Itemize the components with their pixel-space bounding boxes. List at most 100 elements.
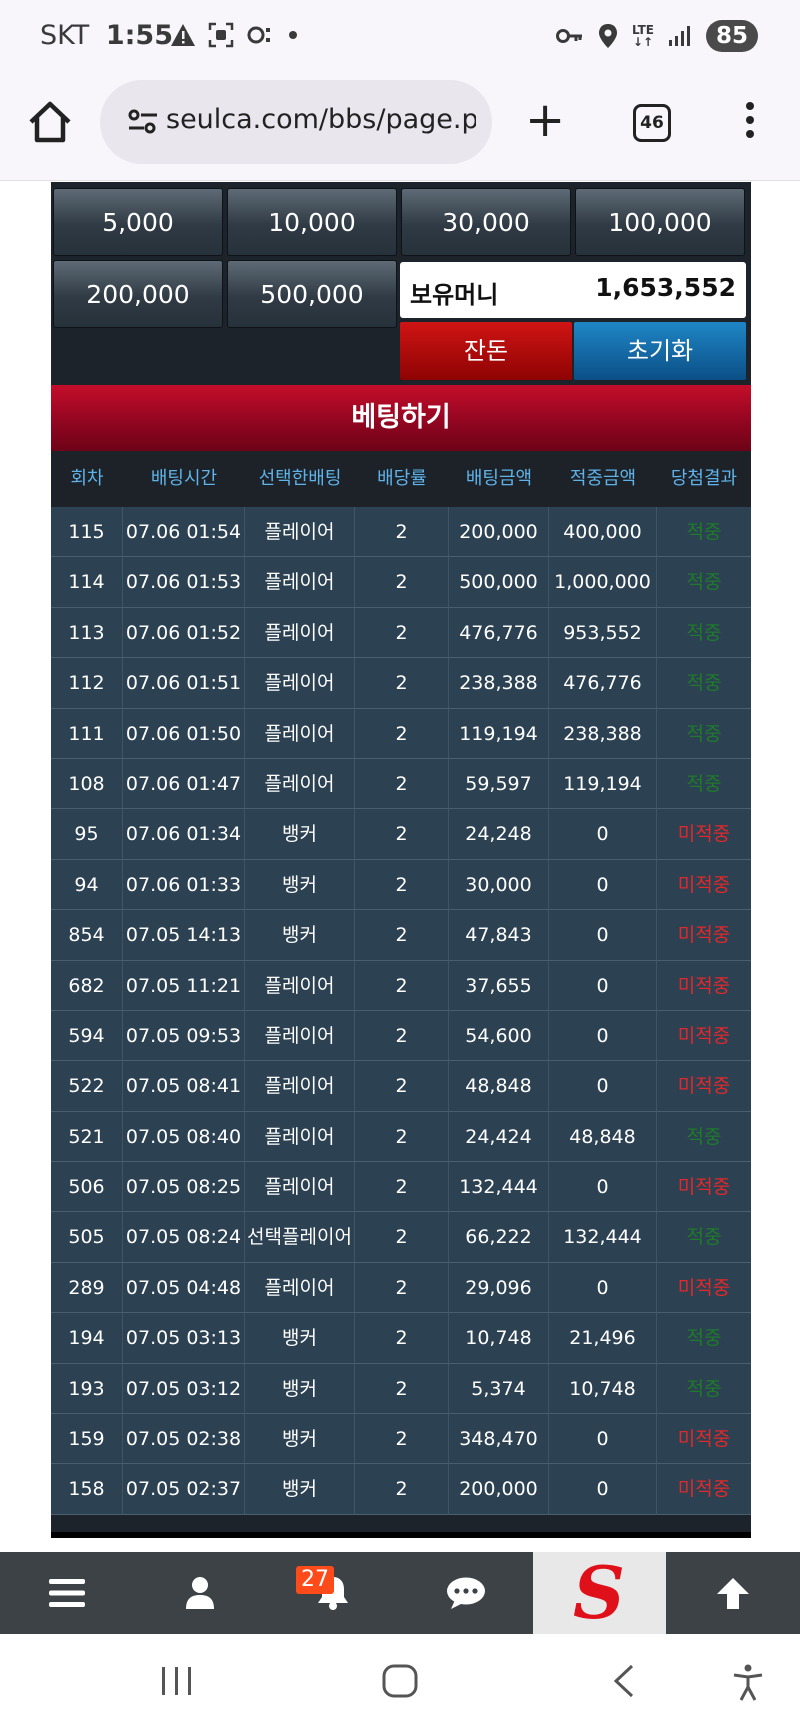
bet-amount-cell: 119,194 xyxy=(449,708,549,758)
bet-amount-cell: 24,248 xyxy=(449,809,549,859)
round-cell: 94 xyxy=(51,859,123,910)
bet-time-cell: 07.06 01:47 xyxy=(123,758,245,809)
table-row: 159 07.05 02:38 뱅커 2 348,470 0 미적중 xyxy=(51,1414,751,1465)
bottom-nav: 27 S xyxy=(0,1552,800,1634)
chip-grid: 5,000 10,000 30,000 100,000 200,000 500,… xyxy=(51,182,751,382)
win-amount-cell: 0 xyxy=(549,1162,657,1212)
recent-apps-icon[interactable] xyxy=(160,1664,194,1698)
clock: 1:55 xyxy=(105,20,174,51)
chip-button[interactable]: 5,000 xyxy=(53,188,223,256)
logo-s-mark: S xyxy=(573,1550,625,1635)
record-icon xyxy=(247,26,270,44)
status-right-icons: LTE ↓↑ 85 xyxy=(555,20,758,52)
site-settings-icon[interactable] xyxy=(128,108,158,136)
selection-cell: 뱅커 xyxy=(245,1464,355,1514)
table-row: 111 07.06 01:50 플레이어 2 119,194 238,388 적중 xyxy=(51,708,751,759)
round-cell: 115 xyxy=(51,507,123,557)
selection-cell: 플레이어 xyxy=(245,758,355,809)
result-cell: 미적중 xyxy=(677,924,731,947)
table-row: 115 07.06 01:54 플레이어 2 200,000 400,000 적중 xyxy=(51,507,751,558)
result-cell: 적중 xyxy=(686,571,722,594)
bet-time-cell: 07.05 02:37 xyxy=(123,1464,245,1514)
round-cell: 95 xyxy=(51,809,123,859)
round-cell: 506 xyxy=(51,1162,123,1212)
round-cell: 113 xyxy=(51,607,123,658)
chip-button[interactable]: 100,000 xyxy=(575,188,745,256)
url-text[interactable]: seulca.com/bbs/page.php xyxy=(166,104,476,135)
win-amount-cell: 21,496 xyxy=(549,1313,657,1363)
table-row: 854 07.05 14:13 뱅커 2 47,843 0 미적중 xyxy=(51,910,751,961)
table-row: 289 07.05 04:48 플레이어 2 29,096 0 미적중 xyxy=(51,1262,751,1314)
round-cell: 854 xyxy=(51,910,123,960)
odds-cell: 2 xyxy=(355,1061,449,1111)
user-icon[interactable] xyxy=(185,1576,215,1610)
result-cell: 미적중 xyxy=(677,1024,731,1047)
selection-cell: 플레이어 xyxy=(245,658,355,708)
address-bar[interactable]: seulca.com/bbs/page.php xyxy=(100,80,492,164)
reset-button[interactable]: 초기화 xyxy=(574,322,746,380)
back-icon[interactable] xyxy=(612,1664,636,1698)
bet-time-cell: 07.06 01:54 xyxy=(123,507,245,557)
bet-time-cell: 07.05 08:25 xyxy=(123,1162,245,1212)
bet-amount-cell: 37,655 xyxy=(449,960,549,1010)
selection-cell: 뱅커 xyxy=(245,859,355,910)
site-logo[interactable]: S xyxy=(533,1552,666,1634)
round-cell: 193 xyxy=(51,1363,123,1414)
balance-label: 보유머니 xyxy=(410,281,499,309)
home-icon[interactable] xyxy=(26,98,74,146)
new-tab-button[interactable]: + xyxy=(525,96,565,144)
carrier-time: SKT 1:55 xyxy=(40,20,173,51)
nav-chat[interactable] xyxy=(399,1552,532,1634)
odds-cell: 2 xyxy=(355,809,449,859)
tab-switcher-button[interactable]: 46 xyxy=(633,104,671,142)
table-row: 506 07.05 08:25 플레이어 2 132,444 0 미적중 xyxy=(51,1162,751,1213)
table-row: 94 07.06 01:33 뱅커 2 30,000 0 미적중 xyxy=(51,859,751,911)
bet-time-cell: 07.06 01:53 xyxy=(123,557,245,607)
bet-time-cell: 07.06 01:52 xyxy=(123,607,245,658)
win-amount-cell: 0 xyxy=(549,809,657,859)
selection-cell: 뱅커 xyxy=(245,1363,355,1414)
result-cell: 미적중 xyxy=(677,873,731,896)
selection-cell: 플레이어 xyxy=(245,507,355,557)
result-cell: 미적중 xyxy=(677,823,731,846)
column-header: 배팅시간 xyxy=(150,468,218,489)
result-cell: 미적중 xyxy=(677,1428,731,1451)
signal-icon xyxy=(668,26,690,46)
nav-scroll-top[interactable] xyxy=(666,1552,799,1634)
column-header: 선택한배팅 xyxy=(258,468,342,489)
key-icon xyxy=(555,29,582,43)
selection-cell: 플레이어 xyxy=(245,607,355,658)
nav-menu[interactable] xyxy=(0,1552,133,1634)
table-row: 594 07.05 09:53 플레이어 2 54,600 0 미적중 xyxy=(51,1010,751,1062)
home-nav-icon[interactable] xyxy=(382,1664,418,1698)
selection-cell: 플레이어 xyxy=(245,1111,355,1162)
chip-button[interactable]: 200,000 xyxy=(53,260,223,328)
selection-cell: 플레이어 xyxy=(245,960,355,1010)
odds-cell: 2 xyxy=(355,1464,449,1514)
change-button[interactable]: 잔돈 xyxy=(400,322,572,380)
chip-button[interactable]: 10,000 xyxy=(227,188,397,256)
nav-profile[interactable] xyxy=(133,1552,266,1634)
win-amount-cell: 400,000 xyxy=(549,507,657,557)
more-menu-icon[interactable] xyxy=(740,102,760,142)
bet-time-cell: 07.05 08:41 xyxy=(123,1061,245,1111)
arrow-up-icon[interactable] xyxy=(715,1576,751,1610)
table-row: 108 07.06 01:47 플레이어 2 59,597 119,194 적중 xyxy=(51,758,751,810)
table-footer-divider xyxy=(51,1532,751,1538)
bet-button[interactable]: 베팅하기 xyxy=(51,385,751,451)
chip-button[interactable]: 30,000 xyxy=(401,188,571,256)
accessibility-icon[interactable] xyxy=(732,1664,764,1702)
odds-cell: 2 xyxy=(355,910,449,960)
win-amount-cell: 0 xyxy=(549,1464,657,1514)
bet-amount-cell: 66,222 xyxy=(449,1212,549,1262)
chip-button[interactable]: 500,000 xyxy=(227,260,397,328)
chat-icon[interactable] xyxy=(446,1576,486,1610)
menu-icon[interactable] xyxy=(48,1578,85,1608)
odds-cell: 2 xyxy=(355,1363,449,1414)
result-cell: 적중 xyxy=(686,1377,722,1400)
odds-cell: 2 xyxy=(355,859,449,910)
warning-icon xyxy=(171,24,195,46)
bet-time-cell: 07.05 08:40 xyxy=(123,1111,245,1162)
bet-amount-cell: 200,000 xyxy=(449,507,549,557)
network-type: LTE ↓↑ xyxy=(631,23,654,49)
